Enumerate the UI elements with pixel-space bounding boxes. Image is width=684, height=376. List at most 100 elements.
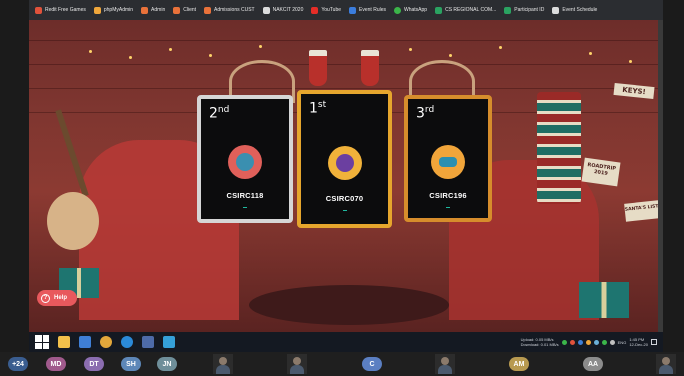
guitar-icon	[47, 192, 99, 250]
bookmark-icon	[93, 6, 101, 14]
tray-icon[interactable]	[609, 339, 615, 345]
tray-icon[interactable]	[577, 339, 583, 345]
participant-avatar[interactable]: JN	[157, 357, 177, 371]
participant-avatar[interactable]: C	[362, 357, 382, 371]
whatsapp-icon	[394, 6, 401, 14]
string-light	[209, 54, 212, 57]
windows-taskbar: Upload: 0.05 MB/s Download: 0.01 MB/s EN…	[29, 332, 663, 352]
folder-app-icon[interactable]	[58, 336, 70, 348]
team-name: CSIRC118	[226, 191, 264, 200]
rank-number: 3	[416, 105, 425, 122]
participant-video-thumbnail[interactable]	[287, 354, 307, 374]
sheets-icon	[435, 6, 443, 14]
bookmark-youtube[interactable]: YouTube	[311, 6, 341, 14]
participant-avatar[interactable]: DT	[84, 357, 104, 371]
bookmark-redit-free-games[interactable]: Redit Free Games	[35, 6, 86, 14]
divider	[342, 210, 347, 211]
network-speed: Upload: 0.05 MB/s Download: 0.01 MB/s	[521, 337, 559, 347]
participant-avatar[interactable]: SH	[121, 357, 141, 371]
team-name: CSIRC070	[325, 194, 364, 203]
participant-avatar[interactable]: AM	[509, 357, 529, 371]
string-light	[169, 48, 172, 51]
string-light	[449, 54, 452, 57]
language-indicator[interactable]: ENG	[618, 340, 627, 345]
bookmark-cs-regional[interactable]: CS REGIONAL COM...	[435, 6, 496, 14]
string-light	[409, 48, 412, 51]
guitar-neck	[55, 109, 89, 197]
stocking-decoration	[361, 50, 379, 86]
edge-app-icon[interactable]	[121, 336, 133, 348]
rug	[249, 285, 449, 325]
sweater-decoration	[537, 92, 581, 204]
participant-video-thumbnail[interactable]	[435, 354, 455, 374]
download-speed: Download: 0.01 MB/s	[520, 342, 559, 347]
bookmark-icon	[552, 6, 560, 14]
rank-number: 1	[309, 100, 318, 117]
bookmark-label: phpMyAdmin	[103, 7, 134, 13]
ice-cream-icon	[327, 146, 362, 180]
string-light	[129, 56, 132, 59]
santa-list-sign: SANTA'S LIST	[624, 200, 660, 222]
bookmark-event-rules[interactable]: Event Rules	[349, 6, 386, 14]
bookmark-icon	[262, 6, 270, 14]
help-label: Help	[54, 295, 68, 301]
wall-line	[29, 88, 663, 89]
file-explorer-app-icon[interactable]	[79, 336, 91, 348]
scrollbar[interactable]	[658, 20, 663, 332]
bookmark-icon	[35, 6, 42, 14]
bookmark-label: Participant ID	[514, 7, 545, 13]
bookmark-phpmyadmin[interactable]: phpMyAdmin	[93, 6, 134, 14]
bookmark-event-schedule[interactable]: Event Schedule	[552, 6, 597, 14]
bookmark-whatsapp[interactable]: WhatsApp	[394, 6, 427, 14]
tray-icon[interactable]	[569, 339, 575, 345]
wall-line	[29, 40, 663, 41]
podium-card-first: 1st CSIRC070	[297, 90, 392, 228]
help-button[interactable]: ? Help	[37, 290, 78, 306]
tray-icon[interactable]	[601, 339, 607, 345]
clock[interactable]: 1:45 PM 12-Dec-20	[629, 337, 648, 347]
system-tray: Upload: 0.05 MB/s Download: 0.01 MB/s EN…	[521, 337, 663, 347]
bookmark-nakcit-2020[interactable]: NAKCIT 2020	[262, 6, 304, 14]
rank-suffix: st	[317, 100, 327, 110]
bookmark-label: NAKCIT 2020	[272, 7, 304, 13]
bookmark-client[interactable]: Client	[173, 6, 197, 14]
bookmarks-bar: Redit Free Games phpMyAdmin Admin Client…	[29, 0, 663, 20]
store-app-icon[interactable]	[142, 336, 154, 348]
participant-video-thumbnail[interactable]	[656, 354, 676, 374]
string-light	[499, 46, 502, 49]
wall-line	[29, 64, 663, 65]
notification-icon[interactable]	[651, 339, 657, 345]
divider	[446, 207, 450, 208]
bookmark-admin[interactable]: Admin	[141, 6, 165, 14]
keys-sign: KEYS!	[613, 82, 655, 100]
tray-icon[interactable]	[593, 339, 599, 345]
cat-head-icon	[228, 145, 262, 179]
rank-label: 3rd	[416, 105, 434, 122]
shared-screen: Redit Free Games phpMyAdmin Admin Client…	[29, 0, 663, 352]
bookmark-label: Client	[183, 7, 197, 13]
bookmark-icon	[173, 6, 181, 14]
windows-start-button[interactable]	[35, 335, 49, 349]
bookmark-participant-id[interactable]: Participant ID	[504, 6, 545, 14]
divider	[243, 207, 247, 208]
bookmark-label: Admissions CUST	[214, 7, 255, 13]
tray-icon[interactable]	[585, 339, 591, 345]
bookmark-icon	[349, 6, 357, 14]
tray-icon[interactable]	[561, 339, 567, 345]
participant-avatar[interactable]: AA	[583, 357, 603, 371]
photos-app-icon[interactable]	[163, 336, 175, 348]
string-light	[89, 50, 92, 53]
bookmark-icon	[204, 6, 212, 14]
string-light	[259, 45, 262, 48]
participant-avatar[interactable]: MD	[46, 357, 66, 371]
bookmark-admissions-cust[interactable]: Admissions CUST	[204, 6, 255, 14]
participant-count[interactable]: +24	[8, 357, 28, 371]
chrome-app-icon[interactable]	[100, 336, 112, 348]
podium-card-second: 2nd CSIRC118	[197, 95, 293, 223]
podium-card-third: 3rd CSIRC196	[404, 95, 492, 222]
stocking-decoration	[309, 50, 327, 86]
rank-number: 2	[209, 105, 218, 122]
roadtrip-sign: ROADTRIP 2019	[581, 157, 621, 187]
participant-video-thumbnail[interactable]	[213, 354, 233, 374]
team-name: CSIRC196	[429, 191, 467, 200]
